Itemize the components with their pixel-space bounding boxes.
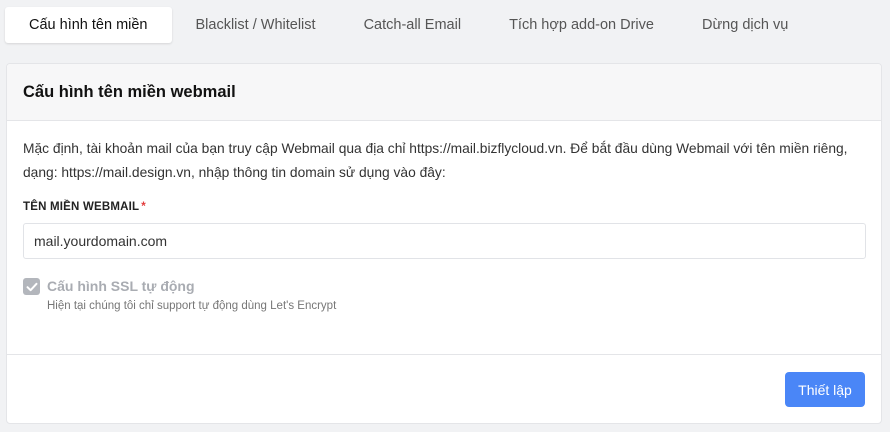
tab-drive-addon[interactable]: Tích hợp add-on Drive	[485, 7, 678, 43]
field-label-text: TÊN MIỀN WEBMAIL	[23, 201, 140, 213]
ssl-auto-row: Cấu hình SSL tự động Hiện tại chúng tôi …	[23, 276, 865, 312]
ssl-auto-text: Cấu hình SSL tự động Hiện tại chúng tôi …	[47, 276, 336, 312]
card-title: Cấu hình tên miền webmail	[23, 82, 236, 101]
webmail-domain-input[interactable]	[23, 223, 866, 259]
webmail-domain-card: Cấu hình tên miền webmail Mặc định, tài …	[6, 63, 882, 424]
ssl-auto-checkbox[interactable]	[23, 278, 40, 295]
tab-domain-config[interactable]: Cấu hình tên miền	[5, 7, 172, 43]
ssl-auto-help: Hiện tại chúng tôi chỉ support tự động d…	[47, 300, 337, 312]
card-footer: Thiết lập	[7, 354, 881, 423]
required-mark: *	[141, 201, 146, 213]
tab-catch-all-email[interactable]: Catch-all Email	[340, 7, 486, 43]
card-body: Mặc định, tài khoản mail của bạn truy cậ…	[7, 121, 881, 312]
tab-stop-service[interactable]: Dừng dịch vụ	[678, 7, 812, 43]
ssl-auto-label: Cấu hình SSL tự động	[47, 278, 195, 294]
check-icon	[26, 282, 37, 291]
tab-bar: Cấu hình tên miền Blacklist / Whitelist …	[5, 7, 812, 43]
card-header: Cấu hình tên miền webmail	[7, 64, 881, 121]
webmail-domain-label: TÊN MIỀN WEBMAIL *	[23, 201, 865, 213]
tab-blacklist-whitelist[interactable]: Blacklist / Whitelist	[172, 7, 340, 43]
description-text: Mặc định, tài khoản mail của bạn truy cậ…	[23, 141, 848, 180]
submit-button[interactable]: Thiết lập	[785, 372, 865, 407]
